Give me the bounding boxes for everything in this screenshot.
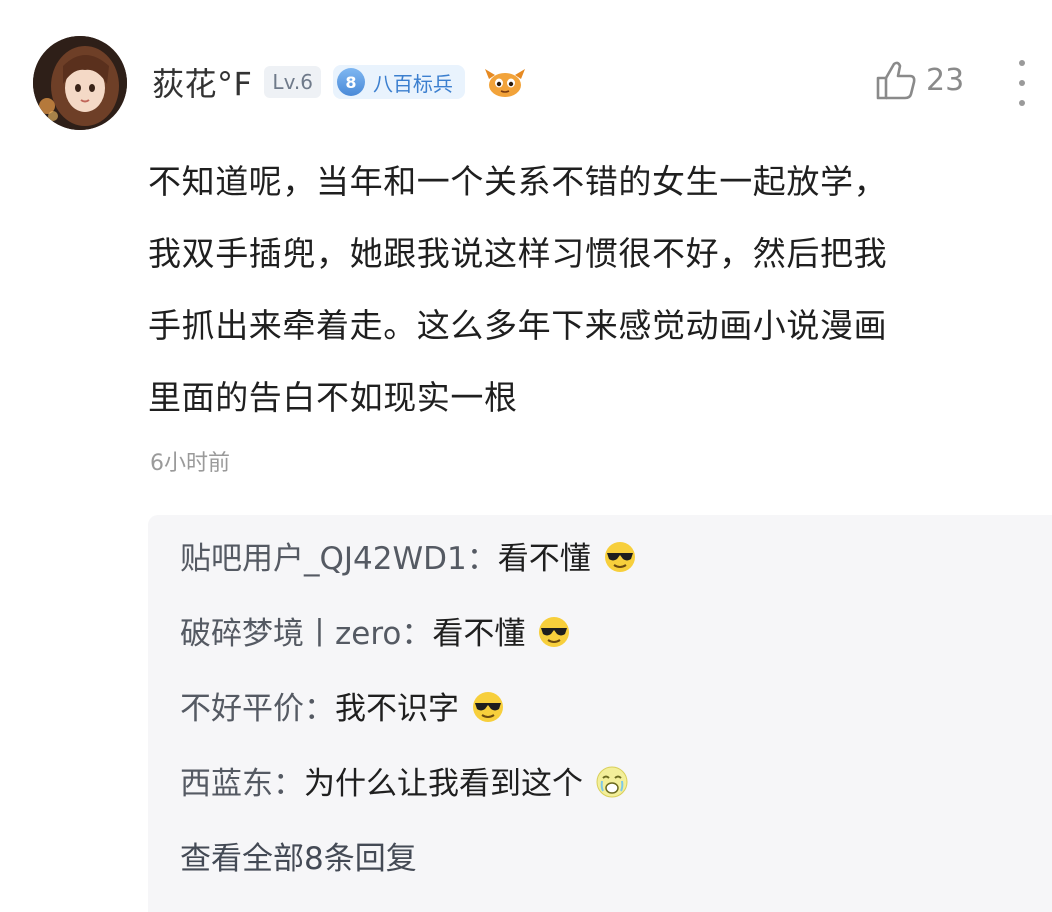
rank-number-icon: 8 xyxy=(336,68,365,96)
reply-author[interactable]: 西蓝东 xyxy=(180,758,273,803)
comment-line: 不知道呢，当年和一个关系不错的女生一起放学， xyxy=(148,162,888,201)
more-dot xyxy=(1019,80,1025,86)
comment-card: 荻花°F Lv.6 8 八百标兵 23 不知道呢，当年和一个关系不错的女生一起放 xyxy=(0,0,1052,912)
reply-separator: ： xyxy=(273,766,304,802)
level-badge: Lv.6 xyxy=(264,66,321,98)
reply-separator: ： xyxy=(304,691,335,727)
reply-text: 看不懂 xyxy=(497,541,591,577)
view-all-replies-link[interactable]: 查看全部8条回复 xyxy=(180,833,417,878)
replies-panel: 贴吧用户_QJ42WD1 ： 看不懂 破碎梦境丨zero ： 看不懂 不好平价 … xyxy=(148,515,1052,912)
thumbs-up-icon xyxy=(876,61,916,100)
more-dot xyxy=(1019,60,1025,66)
comment-line: 我双手插兜，她跟我说这样习惯很不好，然后把我 xyxy=(148,234,888,273)
comment-timestamp: 6小时前 xyxy=(150,451,230,476)
reply-author[interactable]: 破碎梦境丨zero xyxy=(180,608,401,653)
more-options-icon[interactable] xyxy=(1012,60,1032,106)
user-info-row: 荻花°F Lv.6 8 八百标兵 xyxy=(152,56,527,108)
mascot-badge-icon xyxy=(484,69,525,97)
avatar-illustration xyxy=(33,36,127,130)
reply-text: 我不识字 xyxy=(335,691,459,727)
comment-line: 里面的告白不如现实一根 xyxy=(148,378,518,417)
cool-face-emoji-icon xyxy=(604,541,635,572)
user-avatar[interactable] xyxy=(33,36,127,130)
more-dot xyxy=(1019,100,1025,106)
username[interactable]: 荻花°F xyxy=(152,59,252,105)
reply-item[interactable]: 贴吧用户_QJ42WD1 ： 看不懂 xyxy=(180,533,639,578)
like-button[interactable]: 23 xyxy=(874,58,964,102)
like-count: 23 xyxy=(926,62,965,98)
reply-author[interactable]: 贴吧用户_QJ42WD1 xyxy=(180,533,467,578)
comment-line: 手抓出来牵着走。这么多年下来感觉动画小说漫画 xyxy=(148,306,888,345)
cool-face-emoji-icon xyxy=(473,691,503,722)
comment-body: 不知道呢，当年和一个关系不错的女生一起放学， 我双手插兜，她跟我说这样习惯很不好… xyxy=(148,146,1034,434)
reply-item[interactable]: 不好平价 ： 我不识字 xyxy=(180,683,507,728)
cool-face-emoji-icon xyxy=(539,616,570,647)
reply-item[interactable]: 西蓝东 ： 为什么让我看到这个 xyxy=(180,758,631,803)
reply-separator: ： xyxy=(466,541,498,577)
reply-author[interactable]: 不好平价 xyxy=(180,683,304,728)
reply-text: 为什么让我看到这个 xyxy=(304,766,583,802)
crying-face-emoji-icon xyxy=(596,766,628,797)
rank-badge: 8 八百标兵 xyxy=(332,65,465,99)
reply-item[interactable]: 破碎梦境丨zero ： 看不懂 xyxy=(180,608,573,653)
reply-separator: ： xyxy=(401,616,433,652)
rank-title: 八百标兵 xyxy=(372,71,453,96)
reply-text: 看不懂 xyxy=(432,616,526,652)
